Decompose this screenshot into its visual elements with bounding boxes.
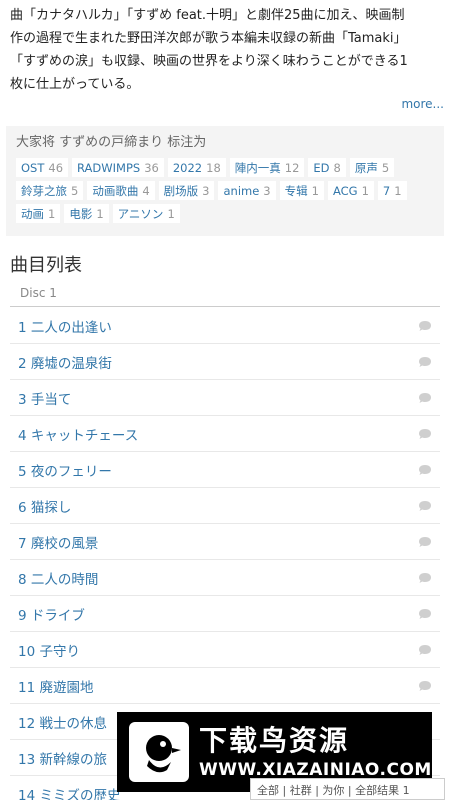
tag-count: 4: [142, 183, 150, 198]
tag-label: RADWIMPS: [77, 160, 141, 175]
comment-icon[interactable]: [418, 356, 432, 368]
tag-label: 陣内一真: [234, 160, 281, 175]
tag-label: OST: [21, 160, 45, 175]
track-name[interactable]: 6 猫探し: [18, 496, 71, 516]
tag-label: ED: [313, 160, 330, 175]
description-line: 作の過程で生まれた野田洋次郎が歌う本編未収録の新曲「Tamaki」: [10, 31, 407, 46]
comment-icon[interactable]: [418, 500, 432, 512]
track-row[interactable]: 10 子守り: [10, 632, 440, 668]
track-name[interactable]: 9 ドライブ: [18, 604, 85, 624]
track-name[interactable]: 1 二人の出逢い: [18, 316, 112, 336]
tag-item[interactable]: 2022 18: [167, 158, 226, 177]
comment-icon[interactable]: [418, 572, 432, 584]
tag-item[interactable]: 鈴芽之旅 5: [16, 181, 84, 200]
tag-item[interactable]: アニソン 1: [112, 204, 180, 223]
tag-item[interactable]: 原声 5: [349, 158, 395, 177]
tag-label: 7: [382, 183, 391, 198]
track-row[interactable]: 5 夜のフェリー: [10, 452, 440, 488]
disc-label: Disc 1: [20, 286, 57, 300]
tracklist-title: 曲目列表: [10, 255, 82, 276]
more-link[interactable]: more...: [401, 97, 444, 111]
tag-item[interactable]: 陣内一真 12: [229, 158, 305, 177]
tag-item[interactable]: 剧场版 3: [158, 181, 215, 200]
tag-count: 3: [202, 183, 210, 198]
track-name[interactable]: 2 廃墟の温泉街: [18, 352, 112, 372]
bottom-bar[interactable]: 全部 | 社群 | 为你 | 全部结果 1: [250, 778, 445, 800]
album-description: 曲「カナタハルカ」「すずめ feat.十明」と劇伴25曲に加え、映画制 作の過程…: [10, 4, 446, 96]
track-row[interactable]: 11 廃遊園地: [10, 668, 440, 704]
comment-icon[interactable]: [418, 608, 432, 620]
track-row[interactable]: 6 猫探し: [10, 488, 440, 524]
divider: [10, 306, 440, 307]
track-name[interactable]: 13 新幹線の旅: [18, 748, 107, 768]
tag-count: 46: [48, 160, 64, 175]
tag-label: 剧场版: [163, 183, 199, 198]
tag-item[interactable]: 专辑 1: [279, 181, 324, 200]
comment-icon[interactable]: [418, 536, 432, 548]
track-row[interactable]: 7 廃校の風景: [10, 524, 440, 560]
description-line: 枚に仕上がっている。: [10, 77, 140, 92]
tag-count: 3: [263, 183, 271, 198]
tag-item[interactable]: 动画歌曲 4: [87, 181, 155, 200]
tag-box: 大家将 すずめの戸締まり 标注为 OST 46 RADWIMPS 36 2022 18 陣内…: [6, 126, 444, 236]
comment-icon[interactable]: [418, 644, 432, 656]
comment-icon[interactable]: [418, 428, 432, 440]
tag-label: アニソン: [117, 206, 164, 221]
tag-count: 5: [381, 160, 390, 175]
tag-count: 1: [361, 183, 369, 198]
track-row[interactable]: 9 ドライブ: [10, 596, 440, 632]
tag-box-title: 大家将 すずめの戸締まり 标注为: [16, 135, 207, 150]
watermark-title: 下载鸟资源: [199, 724, 350, 757]
track-row[interactable]: 3 手当て: [10, 380, 440, 416]
comment-icon[interactable]: [418, 464, 432, 476]
tag-label: 原声: [354, 160, 378, 175]
tag-count: 1: [48, 206, 56, 221]
tag-item[interactable]: ED 8: [308, 158, 346, 177]
tag-count: 5: [71, 183, 79, 198]
tag-item[interactable]: anime 3: [218, 181, 276, 200]
description-line: 曲「カナタハルカ」「すずめ feat.十明」と劇伴25曲に加え、映画制: [10, 8, 405, 23]
bird-logo-icon: [129, 722, 189, 782]
tag-label: 鈴芽之旅: [21, 183, 67, 198]
tag-list: OST 46 RADWIMPS 36 2022 18 陣内一真 12 ED 8 原声 5 鈴芽之旅 5 动画…: [16, 158, 434, 223]
track-name[interactable]: 3 手当て: [18, 388, 71, 408]
tag-label: 专辑: [284, 183, 308, 198]
track-row[interactable]: 4 キャットチェース: [10, 416, 440, 452]
tag-label: 动画: [21, 206, 44, 221]
track-name[interactable]: 5 夜のフェリー: [18, 460, 112, 480]
tag-label: 电影: [69, 206, 93, 221]
tag-item[interactable]: 电影 1: [64, 204, 109, 223]
tag-label: ACG: [332, 183, 358, 198]
tag-count: 1: [394, 183, 402, 198]
track-row[interactable]: 1 二人の出逢い: [10, 308, 440, 344]
tag-count: 1: [96, 206, 104, 221]
tag-item[interactable]: ACG 1: [327, 181, 374, 200]
track-name[interactable]: 11 廃遊園地: [18, 676, 93, 696]
tag-item[interactable]: OST 46: [16, 158, 69, 177]
tag-count: 36: [144, 160, 159, 175]
tag-label: 2022: [172, 160, 203, 175]
track-name[interactable]: 7 廃校の風景: [18, 532, 98, 552]
comment-icon[interactable]: [418, 392, 432, 404]
track-row[interactable]: 8 二人の時間: [10, 560, 440, 596]
track-name[interactable]: 14 ミミズの歴史: [18, 784, 120, 800]
comment-icon[interactable]: [418, 320, 432, 332]
tag-count: 1: [311, 183, 319, 198]
tag-item[interactable]: 71: [377, 181, 407, 200]
tag-count: 1: [167, 206, 175, 221]
comment-icon[interactable]: [418, 680, 432, 692]
tag-count: 8: [333, 160, 341, 175]
track-row[interactable]: 2 廃墟の温泉街: [10, 344, 440, 380]
tag-item[interactable]: RADWIMPS 36: [72, 158, 164, 177]
tag-count: 12: [284, 160, 300, 175]
track-name[interactable]: 10 子守り: [18, 640, 80, 660]
description-line: 「すずめの涙」も収録、映画の世界をより深く味わうことができる1: [10, 54, 408, 69]
tag-count: 18: [206, 160, 221, 175]
track-name[interactable]: 4 キャットチェース: [18, 424, 138, 444]
tag-label: anime: [223, 183, 260, 198]
tag-item[interactable]: 动画 1: [16, 204, 61, 223]
track-name[interactable]: 8 二人の時間: [18, 568, 98, 588]
tag-label: 动画歌曲: [92, 183, 139, 198]
track-name[interactable]: 12 戦士の休息: [18, 712, 107, 732]
